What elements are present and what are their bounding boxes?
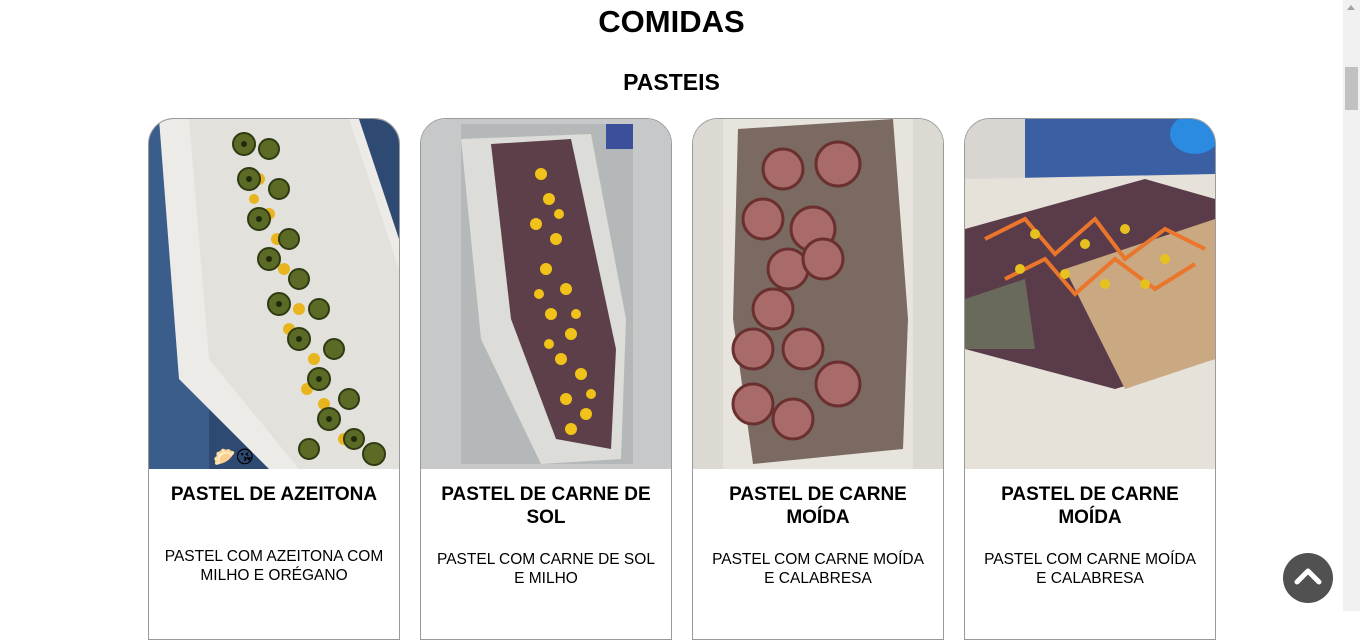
card-title: PASTEL DE AZEITONA	[170, 484, 378, 505]
page-title: COMIDAS	[598, 4, 745, 39]
card-title: PASTEL DE CARNE MOÍDA	[729, 484, 907, 528]
chevron-up-icon	[1294, 568, 1322, 585]
card-description: PASTEL COM CARNE MOÍDA E CALABRESA	[712, 551, 924, 587]
product-photo	[965, 119, 1215, 469]
product-card[interactable]: PASTEL DE CARNE DE SOL PASTEL COM CARNE …	[420, 118, 672, 640]
product-card[interactable]: PASTEL DE CARNE MOÍDA PASTEL COM CARNE M…	[964, 118, 1216, 640]
back-to-top-button[interactable]	[1283, 553, 1333, 603]
product-photo	[421, 119, 671, 469]
section-title: PASTEIS	[623, 69, 720, 95]
card-title: PASTEL DE CARNE MOÍDA	[1001, 484, 1179, 528]
product-photo	[693, 119, 943, 469]
svg-text:🥟😘: 🥟😘	[213, 447, 254, 468]
scroll-up-arrow-icon[interactable]	[1347, 5, 1355, 10]
scrollbar-thumb[interactable]	[1345, 67, 1358, 110]
page: COMIDAS PASTEIS 🥟😘 PASTEL DE AZEITONA PA…	[0, 0, 1343, 640]
card-description: PASTEL COM CARNE DE SOL E MILHO	[437, 551, 655, 587]
card-description: PASTEL COM CARNE MOÍDA E CALABRESA	[984, 551, 1196, 587]
product-photo: 🥟😘	[149, 119, 399, 469]
card-title: PASTEL DE CARNE DE SOL	[441, 484, 651, 528]
product-card[interactable]: 🥟😘 PASTEL DE AZEITONA PASTEL COM AZEITON…	[148, 118, 400, 640]
card-description: PASTEL COM AZEITONA COM MILHO E ORÉGANO	[164, 548, 384, 584]
vertical-scrollbar[interactable]	[1343, 0, 1360, 611]
product-card[interactable]: PASTEL DE CARNE MOÍDA PASTEL COM CARNE M…	[692, 118, 944, 640]
